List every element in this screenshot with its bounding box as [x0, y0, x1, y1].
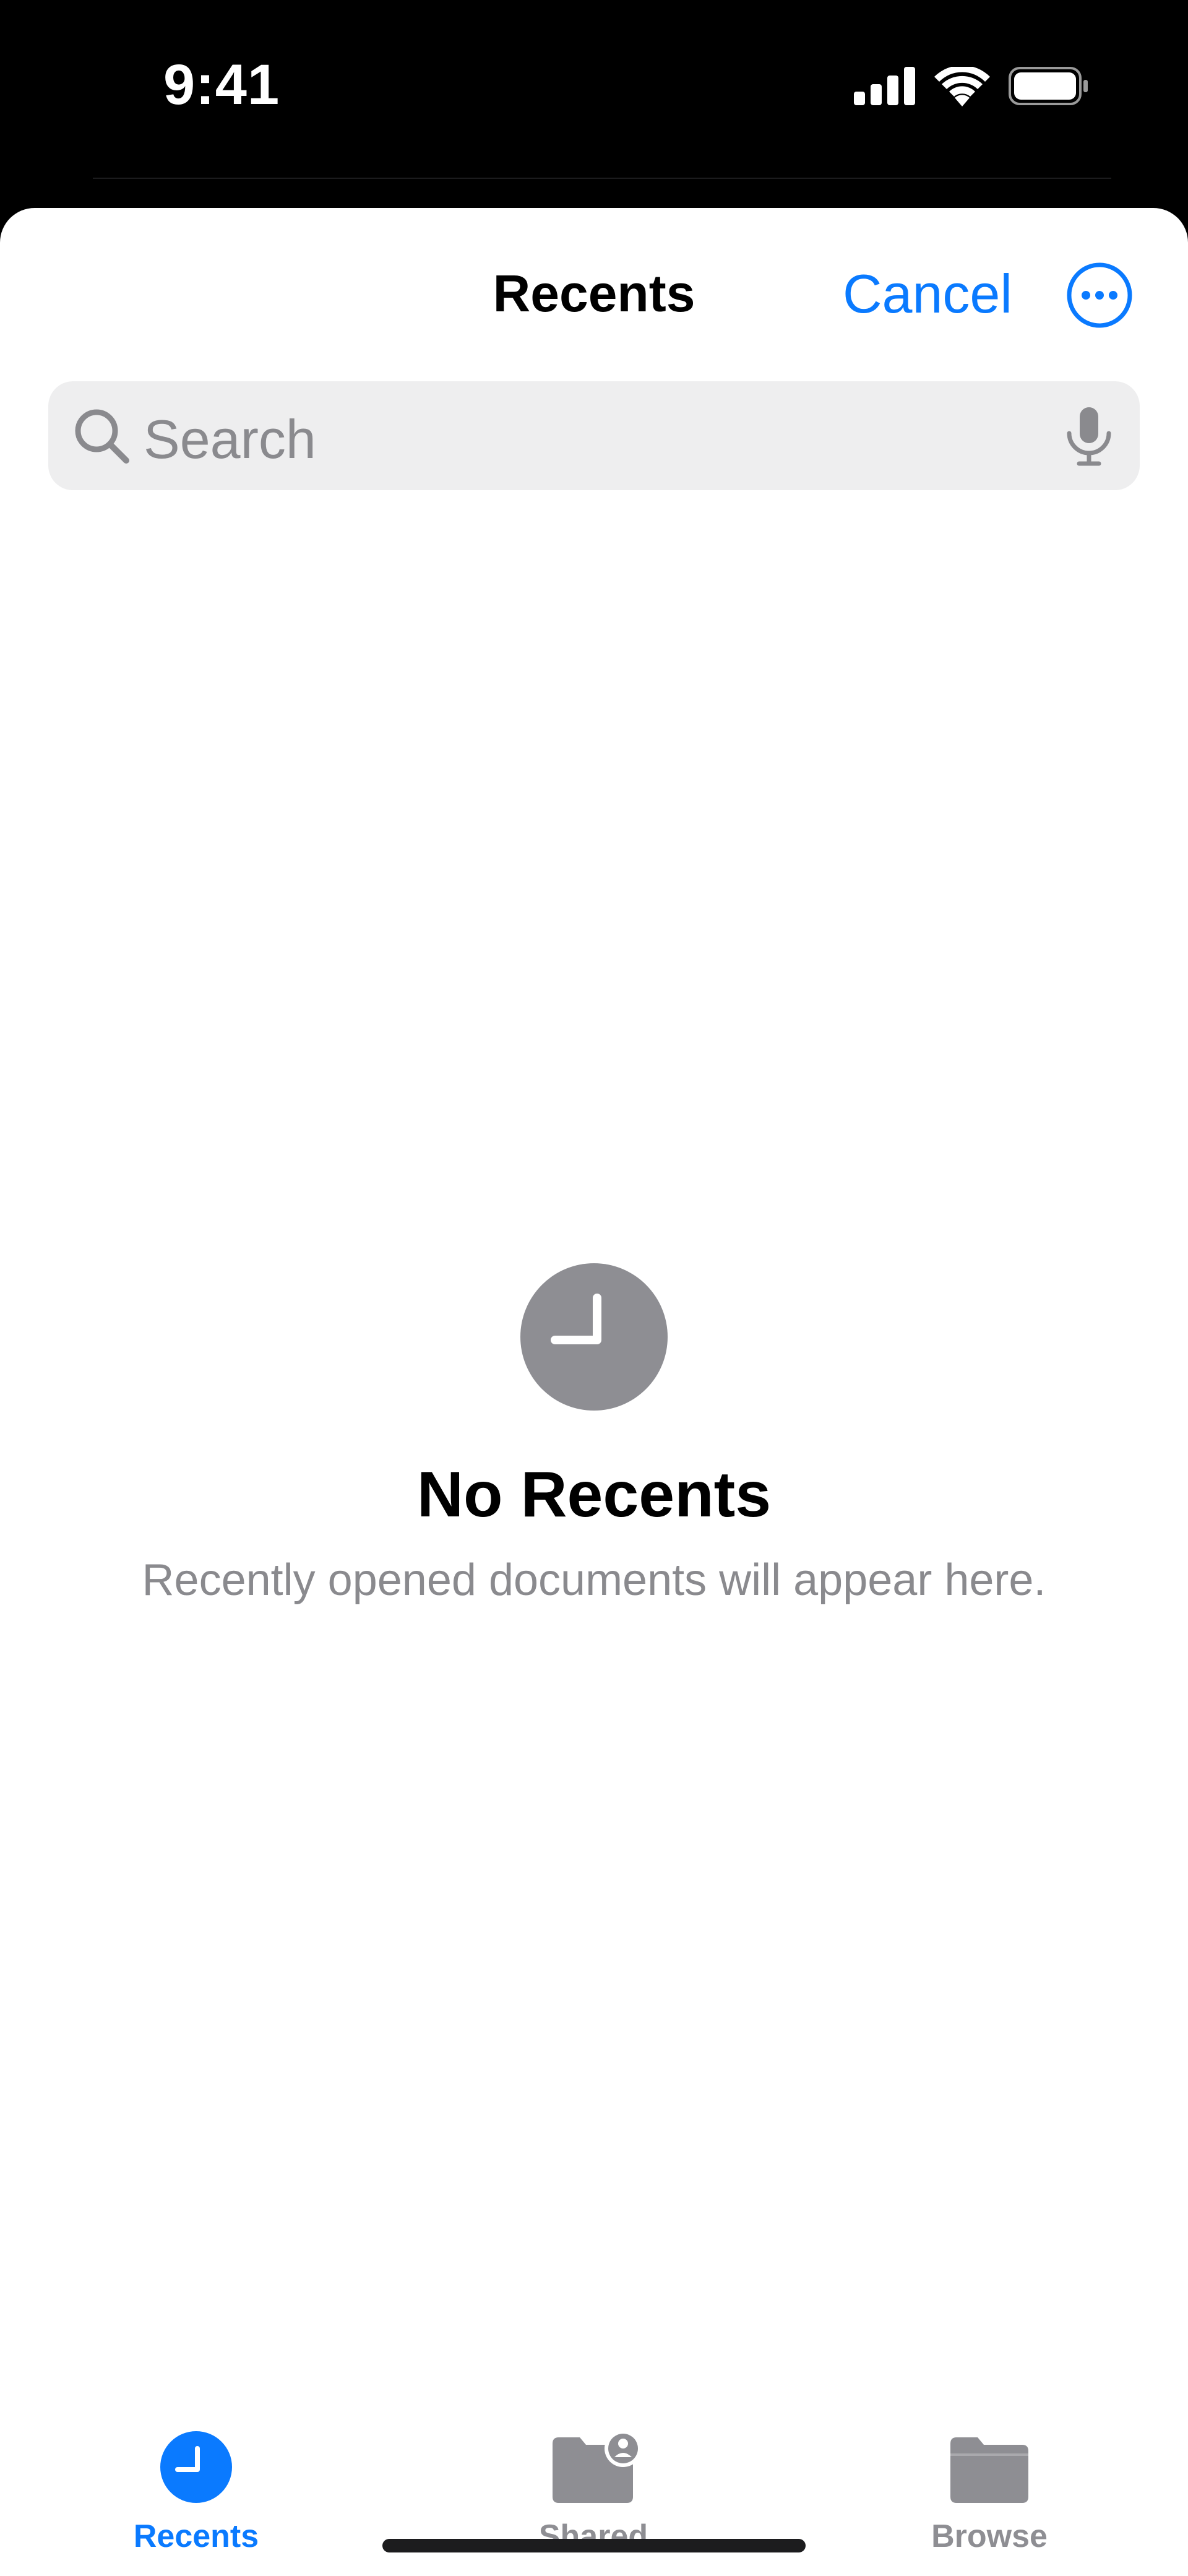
- clock-icon: [160, 2431, 232, 2503]
- status-bar: 9:41: [0, 0, 1188, 204]
- empty-state-title: No Recents: [416, 1459, 772, 1531]
- microphone-icon[interactable]: [1063, 405, 1115, 467]
- search-placeholder: Search: [144, 408, 316, 470]
- status-time: 9:41: [163, 53, 280, 116]
- cancel-button[interactable]: Cancel: [843, 262, 1012, 326]
- search-icon: [75, 409, 129, 464]
- empty-state-subtitle: Recently opened documents will appear he…: [142, 1555, 1046, 1605]
- home-indicator[interactable]: [382, 2539, 806, 2552]
- search-field[interactable]: Search: [48, 381, 1140, 490]
- tab-shared[interactable]: Shared: [470, 2349, 717, 2554]
- recents-sheet: Recents Cancel Search No Recents Recentl…: [0, 208, 1188, 2576]
- tab-browse[interactable]: Browse: [866, 2349, 1113, 2554]
- clock-icon: [520, 1263, 668, 1411]
- tab-recents[interactable]: Recents: [72, 2349, 320, 2554]
- battery-icon: [1009, 67, 1088, 105]
- folder-icon: [950, 2437, 1028, 2503]
- tab-label-recents: Recents: [133, 2518, 259, 2554]
- tab-label-browse: Browse: [931, 2518, 1048, 2554]
- backdrop-sheet-edge: [93, 178, 1111, 179]
- cellular-signal-icon: [854, 67, 915, 105]
- wifi-icon: [934, 67, 990, 106]
- shared-folder-icon: [553, 2430, 639, 2503]
- ellipsis-circle-icon[interactable]: [1065, 261, 1134, 329]
